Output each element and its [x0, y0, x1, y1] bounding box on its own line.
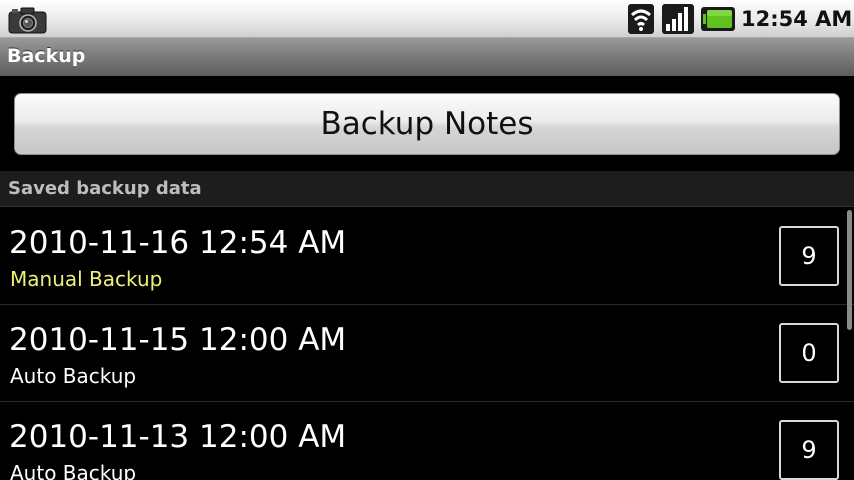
screen: 12:54 AM Backup Backup Notes Saved backu…	[0, 0, 854, 480]
title-bar: Backup	[0, 38, 854, 76]
note-count-badge[interactable]: 9	[779, 226, 839, 286]
note-count-badge[interactable]: 0	[779, 323, 839, 383]
battery-icon	[701, 7, 735, 31]
backup-list-item[interactable]: 2010-11-16 12:54 AM Manual Backup 9	[0, 208, 854, 305]
backup-type: Auto Backup	[10, 364, 137, 388]
camera-icon[interactable]	[8, 6, 48, 34]
backup-list-item[interactable]: 2010-11-15 12:00 AM Auto Backup 0	[0, 305, 854, 402]
wifi-icon	[628, 4, 654, 34]
backup-date: 2010-11-16 12:54 AM	[9, 225, 347, 261]
backup-type: Manual Backup	[10, 267, 163, 291]
status-clock: 12:54 AM	[741, 7, 853, 31]
note-count-badge[interactable]: 9	[779, 420, 839, 480]
list-scrollbar[interactable]	[847, 210, 852, 330]
backup-notes-button[interactable]: Backup Notes	[14, 93, 840, 155]
status-bar: 12:54 AM	[0, 0, 854, 38]
page-title: Backup	[7, 45, 86, 67]
section-title: Saved backup data	[8, 178, 202, 199]
backup-type: Auto Backup	[10, 461, 137, 480]
backup-date: 2010-11-13 12:00 AM	[9, 419, 347, 455]
section-header: Saved backup data	[0, 171, 854, 207]
backup-date: 2010-11-15 12:00 AM	[9, 322, 347, 358]
backup-list-item[interactable]: 2010-11-13 12:00 AM Auto Backup 9	[0, 402, 854, 480]
backup-list[interactable]: 2010-11-16 12:54 AM Manual Backup 9 2010…	[0, 208, 854, 480]
signal-icon	[662, 4, 694, 34]
